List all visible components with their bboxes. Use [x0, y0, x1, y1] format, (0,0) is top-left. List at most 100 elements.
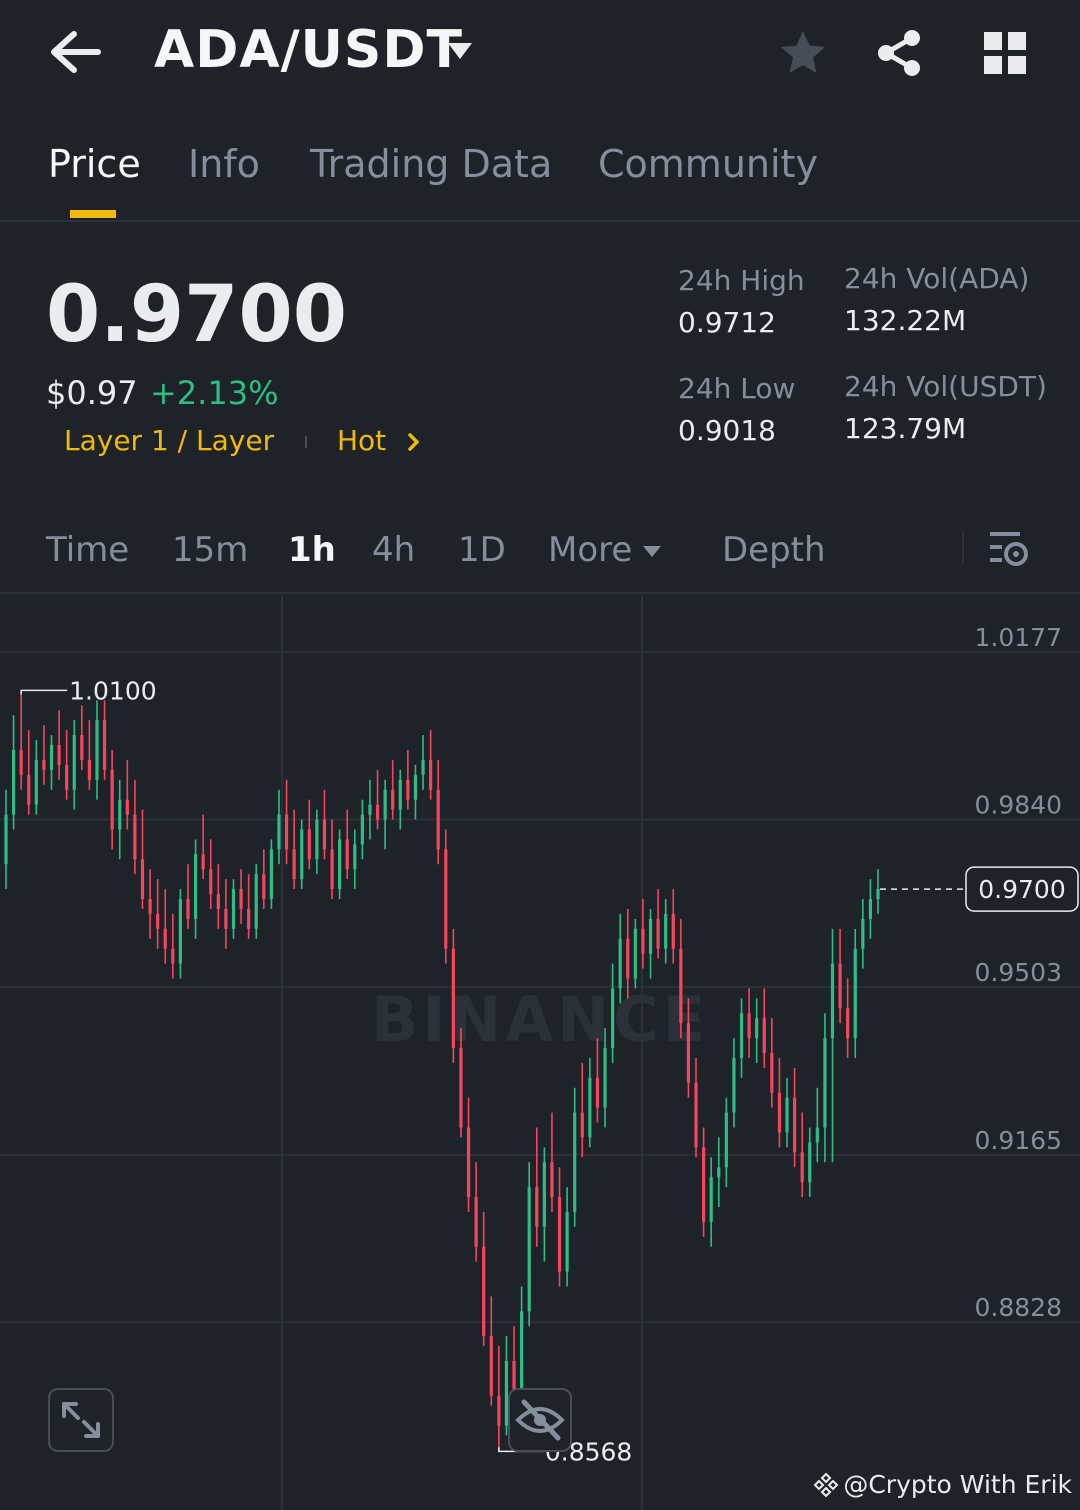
candle-body — [618, 938, 622, 989]
caret-down-icon[interactable] — [446, 40, 474, 62]
candle-body — [656, 918, 660, 949]
tab-trading-data[interactable]: Trading Data — [310, 142, 552, 186]
candle-body — [542, 1162, 546, 1227]
candle-body — [269, 849, 273, 900]
candle-body — [34, 759, 38, 805]
pair-title[interactable]: ADA/USDT — [154, 20, 463, 80]
candle-body — [732, 1057, 736, 1113]
candle-body — [679, 948, 683, 1024]
tab-info[interactable]: Info — [188, 142, 260, 186]
expand-icon — [62, 1402, 100, 1438]
candle-body — [102, 720, 107, 770]
candle-body — [57, 745, 61, 765]
candle-body — [72, 735, 76, 790]
candle-body — [178, 899, 182, 964]
candle-body — [686, 1023, 691, 1083]
candle-body — [641, 928, 645, 954]
candle-body — [520, 1311, 524, 1396]
candle-body — [459, 1048, 463, 1128]
timeframe-more[interactable]: More — [548, 530, 632, 570]
candle-body — [87, 759, 92, 780]
candle-body — [702, 1147, 706, 1222]
hot-tag[interactable]: Hot — [337, 424, 386, 457]
chart-settings-icon[interactable] — [988, 528, 1030, 568]
depth-tab[interactable]: Depth — [722, 530, 826, 570]
high-value: 0.9712 — [678, 306, 776, 339]
candle-body — [171, 948, 175, 964]
y-tick-label: 0.9165 — [975, 1126, 1062, 1155]
candle-body — [49, 745, 54, 770]
back-arrow-icon[interactable] — [48, 28, 102, 76]
credit-watermark: @Crypto With Erik — [813, 1470, 1072, 1499]
candle-body — [648, 918, 653, 954]
candles — [4, 690, 880, 1451]
grid-icon[interactable] — [982, 30, 1028, 76]
category-tag[interactable]: Layer 1 / Layer — [64, 424, 274, 457]
price-change: +2.13% — [150, 374, 279, 412]
price-chart[interactable]: BINANCE 1.0177 0.9840 0.9503 0.9165 0.8828 1… — [0, 596, 1080, 1510]
tab-bar: Price Info Trading Data Community — [0, 130, 1080, 222]
candle-body — [163, 928, 167, 949]
timeframe-15m[interactable]: 15m — [172, 530, 248, 570]
max-marker-line — [20, 689, 68, 695]
candle-body — [527, 1187, 531, 1312]
candle-body — [823, 1038, 827, 1128]
candle-body — [482, 1246, 486, 1337]
candle-body — [413, 774, 418, 800]
price-usd: $0.97 — [46, 374, 138, 412]
candle-body — [535, 1187, 539, 1227]
candle-body — [239, 889, 243, 909]
y-tick-label: 0.9840 — [975, 791, 1062, 820]
candle-body — [633, 928, 637, 979]
high-label: 24h High — [678, 264, 805, 297]
tab-price[interactable]: Price — [48, 142, 141, 186]
hide-indicators-button[interactable] — [508, 1388, 572, 1452]
candle-body — [148, 899, 152, 914]
candle-body — [497, 1395, 501, 1426]
candle-body — [292, 849, 296, 880]
timeframe-1h[interactable]: 1h — [288, 530, 336, 570]
vol-base-label: 24h Vol(ADA) — [844, 262, 1030, 295]
candle-body — [595, 1077, 600, 1108]
chevron-right-icon[interactable] — [406, 430, 422, 454]
fullscreen-button[interactable] — [48, 1388, 114, 1452]
candle-body — [709, 1177, 713, 1222]
candle-body — [664, 913, 668, 949]
candle-body — [315, 819, 319, 860]
candle-body — [140, 859, 145, 900]
candle-body — [406, 779, 410, 800]
caret-down-icon[interactable] — [642, 544, 662, 558]
candle-body — [755, 1018, 759, 1039]
eye-off-icon — [515, 1399, 565, 1441]
candle-body — [209, 869, 213, 895]
candle-body — [429, 759, 433, 790]
candle-body — [717, 1167, 721, 1178]
candle-body — [80, 735, 84, 760]
tag-separator — [305, 436, 307, 448]
candle-body — [307, 829, 311, 860]
candle-body — [201, 854, 205, 870]
candle-body — [792, 1097, 797, 1153]
chart-markers: 1.01000.85680.9700 — [20, 676, 1079, 1466]
candle-body — [846, 1008, 850, 1039]
candle-body — [573, 1112, 577, 1212]
toolbar-divider — [962, 530, 964, 564]
timeframe-4h[interactable]: 4h — [372, 530, 415, 570]
tab-community[interactable]: Community — [598, 142, 818, 186]
candle-body — [322, 819, 327, 850]
star-icon[interactable] — [778, 28, 828, 78]
timeframe-time[interactable]: Time — [46, 530, 129, 570]
candle-body — [671, 913, 675, 949]
candle-body — [466, 1127, 471, 1198]
timeframe-1d[interactable]: 1D — [458, 530, 506, 570]
candle-body — [603, 1048, 607, 1108]
candle-body — [808, 1142, 812, 1183]
credit-text: @Crypto With Erik — [843, 1470, 1072, 1499]
binance-logo-icon — [813, 1472, 839, 1497]
candle-body — [11, 749, 16, 815]
candle-body — [588, 1077, 592, 1138]
share-icon[interactable] — [874, 28, 924, 78]
candle-body — [800, 1152, 804, 1183]
candle-body — [125, 799, 129, 815]
y-tick-label: 0.8828 — [975, 1293, 1062, 1322]
